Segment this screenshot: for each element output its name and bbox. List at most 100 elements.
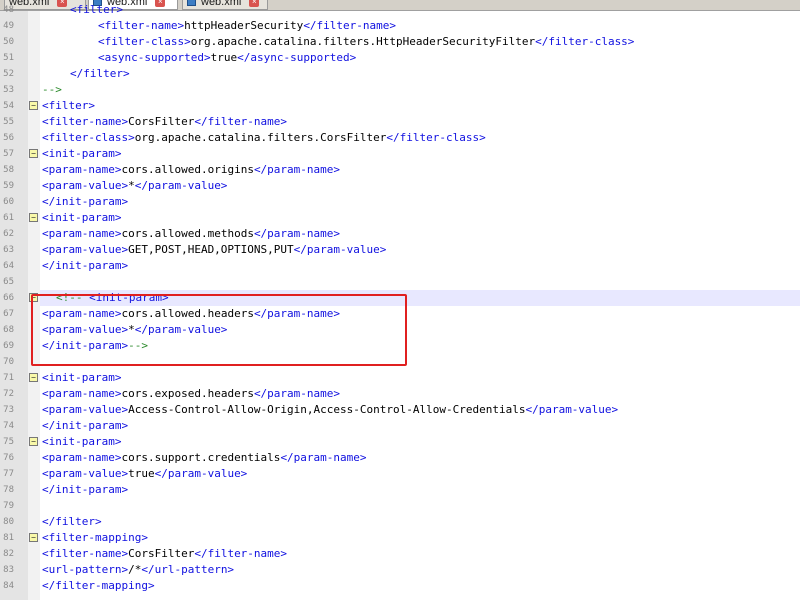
- fold-toggle-icon[interactable]: −: [29, 213, 38, 222]
- code-line[interactable]: 73 <param-value>Access-Control-Allow-Orig…: [0, 402, 800, 418]
- xml-tag: <param-value>: [42, 403, 129, 416]
- line-number: 68: [3, 325, 14, 335]
- code-text: <filter-name>httpHeaderSecurity</filter-…: [98, 18, 396, 34]
- xml-tag: <filter-name>: [42, 547, 129, 560]
- code-text: <param-name>cors.allowed.origins</param-…: [42, 162, 340, 178]
- line-number: 71: [3, 373, 14, 383]
- code-text: <filter-class>org.apache.catalina.filter…: [42, 130, 486, 146]
- code-line[interactable]: 72 <param-name>cors.exposed.headers</para…: [0, 386, 800, 402]
- xml-tag: <filter-mapping>: [42, 531, 148, 544]
- xml-tag: </filter-name>: [303, 19, 397, 32]
- code-line[interactable]: 79: [0, 498, 800, 514]
- line-number: 49: [3, 21, 14, 31]
- code-text: </init-param>: [42, 258, 128, 274]
- code-line[interactable]: 54 − <filter>: [0, 98, 800, 114]
- code-text: -->: [42, 82, 62, 98]
- code-line[interactable]: 50 <filter-class>org.apache.catalina.filt…: [0, 34, 800, 50]
- fold-toggle-icon[interactable]: −: [29, 149, 38, 158]
- code-line[interactable]: 52 </filter>: [0, 66, 800, 82]
- code-line[interactable]: 57 − <init-param>: [0, 146, 800, 162]
- code-line[interactable]: 58 <param-name>cors.allowed.origins</para…: [0, 162, 800, 178]
- code-text: <init-param>: [42, 146, 121, 162]
- fold-toggle-icon[interactable]: −: [29, 437, 38, 446]
- xml-tag: </param-name>: [253, 227, 341, 240]
- xml-tag: <filter>: [42, 99, 95, 112]
- xml-tag: <param-name>: [42, 163, 122, 176]
- code-line[interactable]: 62 <param-name>cors.allowed.methods</para…: [0, 226, 800, 242]
- xml-tag: </async-supported>: [237, 51, 357, 64]
- line-number: 82: [3, 549, 14, 559]
- code-line[interactable]: 59 <param-value>*</param-value>: [0, 178, 800, 194]
- code-line[interactable]: 49 <filter-name>httpHeaderSecurity</filte…: [0, 18, 800, 34]
- xml-text: org.apache.catalina.filters.HttpHeaderSe…: [190, 35, 536, 48]
- fold-toggle-icon[interactable]: −: [29, 101, 38, 110]
- xml-text: CorsFilter: [128, 547, 195, 560]
- line-number: 58: [3, 165, 14, 175]
- line-number: 65: [3, 277, 14, 287]
- line-number: 63: [3, 245, 14, 255]
- code-line[interactable]: 83 <url-pattern>/*</url-pattern>: [0, 562, 800, 578]
- xml-text: org.apache.catalina.filters.CorsFilter: [134, 131, 387, 144]
- code-line[interactable]: 78 </init-param>: [0, 482, 800, 498]
- xml-text: cors.exposed.headers: [121, 387, 254, 400]
- code-line[interactable]: 74 </init-param>: [0, 418, 800, 434]
- fold-toggle-icon[interactable]: −: [29, 373, 38, 382]
- xml-tag: <filter-name>: [42, 115, 129, 128]
- code-line[interactable]: 51 <async-supported>true</async-supported…: [0, 50, 800, 66]
- code-line[interactable]: 63 <param-value>GET,POST,HEAD,OPTIONS,PUT…: [0, 242, 800, 258]
- xml-tag: </url-pattern>: [141, 563, 235, 576]
- line-number: 48: [3, 5, 14, 15]
- code-line[interactable]: 76 <param-name>cors.support.credentials</…: [0, 450, 800, 466]
- line-number: 54: [3, 101, 14, 111]
- code-line[interactable]: 65: [0, 274, 800, 290]
- code-editor[interactable]: 48 <filter> 49 <filter-name>httpHeaderSecur…: [0, 3, 800, 600]
- code-line[interactable]: 75 − <init-param>: [0, 434, 800, 450]
- line-number: 50: [3, 37, 14, 47]
- xml-tag: </init-param>: [42, 259, 129, 272]
- xml-tag: </param-name>: [253, 163, 341, 176]
- xml-text: /*: [128, 563, 142, 576]
- code-line[interactable]: 81 − <filter-mapping>: [0, 530, 800, 546]
- code-text: <async-supported>true</async-supported>: [98, 50, 356, 66]
- code-line[interactable]: 48 <filter>: [0, 2, 800, 18]
- code-line[interactable]: 84 </filter-mapping>: [0, 578, 800, 594]
- line-number: 72: [3, 389, 14, 399]
- code-line[interactable]: 71 − <init-param>: [0, 370, 800, 386]
- code-text: <init-param>: [42, 210, 121, 226]
- xml-tag: <param-name>: [42, 451, 122, 464]
- line-number: 67: [3, 309, 14, 319]
- xml-text: true: [128, 467, 155, 480]
- code-text: <param-name>cors.allowed.methods</param-…: [42, 226, 340, 242]
- line-number: 81: [3, 533, 14, 543]
- code-text: <param-value>Access-Control-Allow-Origin…: [42, 402, 618, 418]
- xml-tag: </param-value>: [134, 179, 228, 192]
- line-number: 62: [3, 229, 14, 239]
- xml-tag: <filter>: [70, 3, 123, 16]
- code-line[interactable]: 82 <filter-name>CorsFilter</filter-name>: [0, 546, 800, 562]
- code-line[interactable]: 80 </filter>: [0, 514, 800, 530]
- xml-tag: <async-supported>: [98, 51, 211, 64]
- code-text: <param-value>*</param-value>: [42, 178, 227, 194]
- xml-tag: <param-value>: [42, 467, 129, 480]
- code-line[interactable]: 64 </init-param>: [0, 258, 800, 274]
- code-line[interactable]: 77 <param-value>true</param-value>: [0, 466, 800, 482]
- xml-tag: </filter-name>: [194, 547, 288, 560]
- line-number: 79: [3, 501, 14, 511]
- code-line[interactable]: 56 <filter-class>org.apache.catalina.filt…: [0, 130, 800, 146]
- xml-text: cors.support.credentials: [121, 451, 281, 464]
- code-text: <param-name>cors.support.credentials</pa…: [42, 450, 367, 466]
- xml-text: cors.allowed.origins: [121, 163, 254, 176]
- xml-tag: </param-value>: [154, 467, 248, 480]
- code-text: <filter>: [70, 2, 123, 18]
- code-line[interactable]: 55 <filter-name>CorsFilter</filter-name>: [0, 114, 800, 130]
- xml-tag: </filter-class>: [386, 131, 486, 144]
- code-line[interactable]: 61 − <init-param>: [0, 210, 800, 226]
- fold-toggle-icon[interactable]: −: [29, 533, 38, 542]
- code-line[interactable]: 53 -->: [0, 82, 800, 98]
- xml-tag: <filter-name>: [98, 19, 185, 32]
- code-text: <filter-name>CorsFilter</filter-name>: [42, 114, 287, 130]
- xml-tag: </filter-class>: [535, 35, 635, 48]
- code-line[interactable]: 60 </init-param>: [0, 194, 800, 210]
- line-number: 59: [3, 181, 14, 191]
- xml-tag: </param-value>: [525, 403, 619, 416]
